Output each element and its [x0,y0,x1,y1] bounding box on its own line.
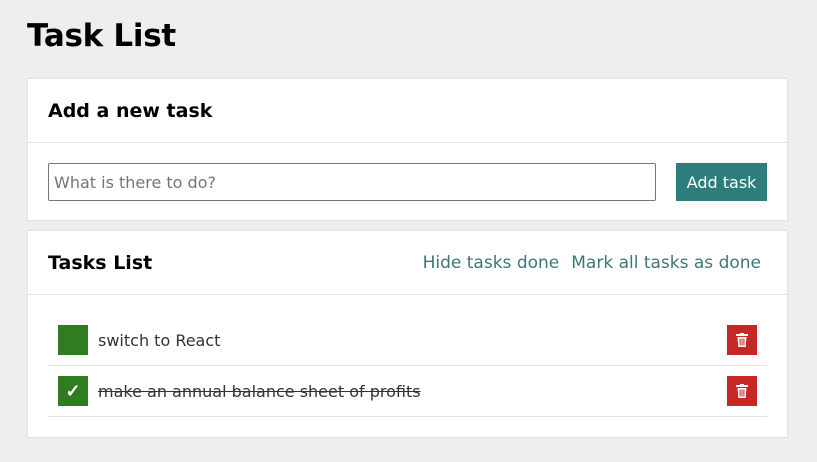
tasks-list-panel: Tasks List Hide tasks done Mark all task… [27,230,788,438]
tasks-list: switch to React ✓ make an annual balance… [28,295,787,417]
tasks-list-header: Tasks List Hide tasks done Mark all task… [28,231,787,295]
new-task-input[interactable] [48,163,657,201]
tasks-list-actions: Hide tasks done Mark all tasks as done [423,253,761,273]
add-task-title: Add a new task [48,99,213,122]
mark-all-done-button[interactable]: Mark all tasks as done [571,253,761,273]
trash-icon [736,333,748,347]
add-task-header: Add a new task [28,79,787,143]
task-toggle-button[interactable] [58,325,88,355]
page-title: Task List [27,18,176,54]
delete-task-button[interactable] [727,376,757,406]
task-text: switch to React [98,330,221,350]
task-text: make an annual balance sheet of profits [98,381,421,401]
task-item: switch to React [48,315,767,366]
task-item: ✓ make an annual balance sheet of profit… [48,366,767,417]
delete-task-button[interactable] [727,325,757,355]
trash-icon [736,384,748,398]
hide-done-button[interactable]: Hide tasks done [423,253,560,273]
tasks-list-title: Tasks List [48,251,153,274]
add-task-form: Add task [28,143,787,201]
add-task-button[interactable]: Add task [676,163,767,201]
add-task-panel: Add a new task Add task [27,78,788,221]
check-icon: ✓ [65,381,81,401]
task-toggle-button[interactable]: ✓ [58,376,88,406]
